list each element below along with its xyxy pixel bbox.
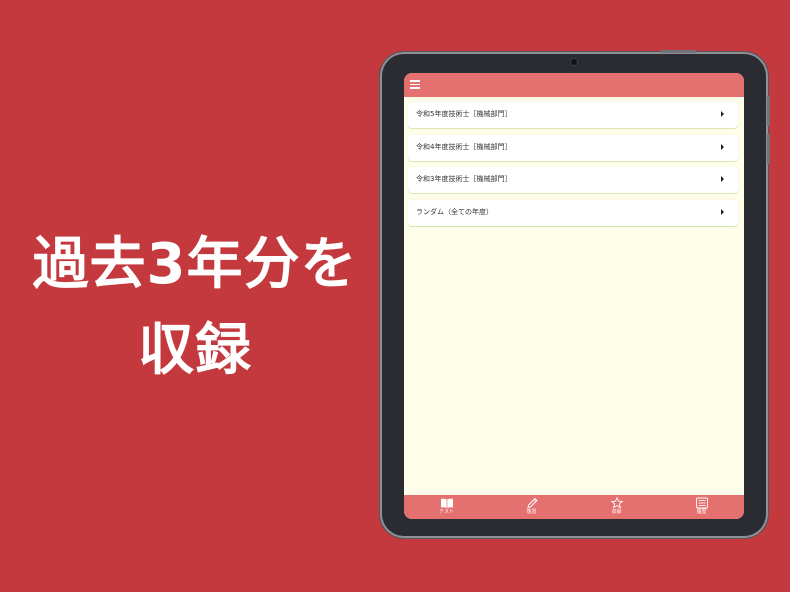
headline-line-2: 収録 [138,318,252,383]
tab-favorites[interactable]: 収録 [574,495,659,519]
camera-icon [571,59,577,65]
app-bar [404,73,744,97]
chevron-right-icon [721,143,724,150]
list-item[interactable]: 令和5年度技術士［機械部門］ [408,102,738,128]
hamburger-menu-icon[interactable] [410,80,420,89]
chevron-right-icon [721,208,724,215]
tab-label: 収録 [611,509,622,515]
headline-line-1: 過去3年分を [32,232,358,297]
bottom-tab-bar: テスト 復習 収録 履歴 [404,495,744,519]
list-item[interactable]: 令和4年度技術士［機械部門］ [408,134,738,161]
tablet-volume-up-button [767,96,770,126]
list-item-label: 令和4年度技術士［機械部門］ [416,142,512,151]
promo-headline: 過去3年分を 収録 [0,222,390,394]
tab-label: 履歴 [696,509,707,515]
tab-test[interactable]: テスト [404,495,489,519]
tablet-power-button [660,50,696,53]
tablet-volume-down-button [767,134,770,164]
book-icon [440,498,453,508]
chevron-right-icon [721,176,724,182]
list-item-label: 令和5年度技術士［機械部門］ [416,110,512,118]
tab-label: テスト [438,509,454,515]
list-item-label: 令和3年度技術士［機械部門］ [416,175,512,183]
pencil-icon [526,497,538,509]
list-item[interactable]: 令和3年度技術士［機械部門］ [408,167,738,193]
list-icon [695,497,708,509]
tab-review[interactable]: 復習 [489,495,574,519]
star-icon [610,497,623,509]
exam-list: 令和5年度技術士［機械部門］ 令和4年度技術士［機械部門］ 令和3年度技術士［機… [408,102,738,232]
app-screen: 令和5年度技術士［機械部門］ 令和4年度技術士［機械部門］ 令和3年度技術士［機… [404,73,744,519]
list-item-label: ランダム（全ての年度） [416,207,493,216]
tab-label: 復習 [526,509,537,515]
list-item[interactable]: ランダム（全ての年度） [408,199,738,226]
tablet-frame: 令和5年度技術士［機械部門］ 令和4年度技術士［機械部門］ 令和3年度技術士［機… [380,50,770,538]
tab-history[interactable]: 履歴 [659,495,744,519]
chevron-right-icon [721,111,724,117]
